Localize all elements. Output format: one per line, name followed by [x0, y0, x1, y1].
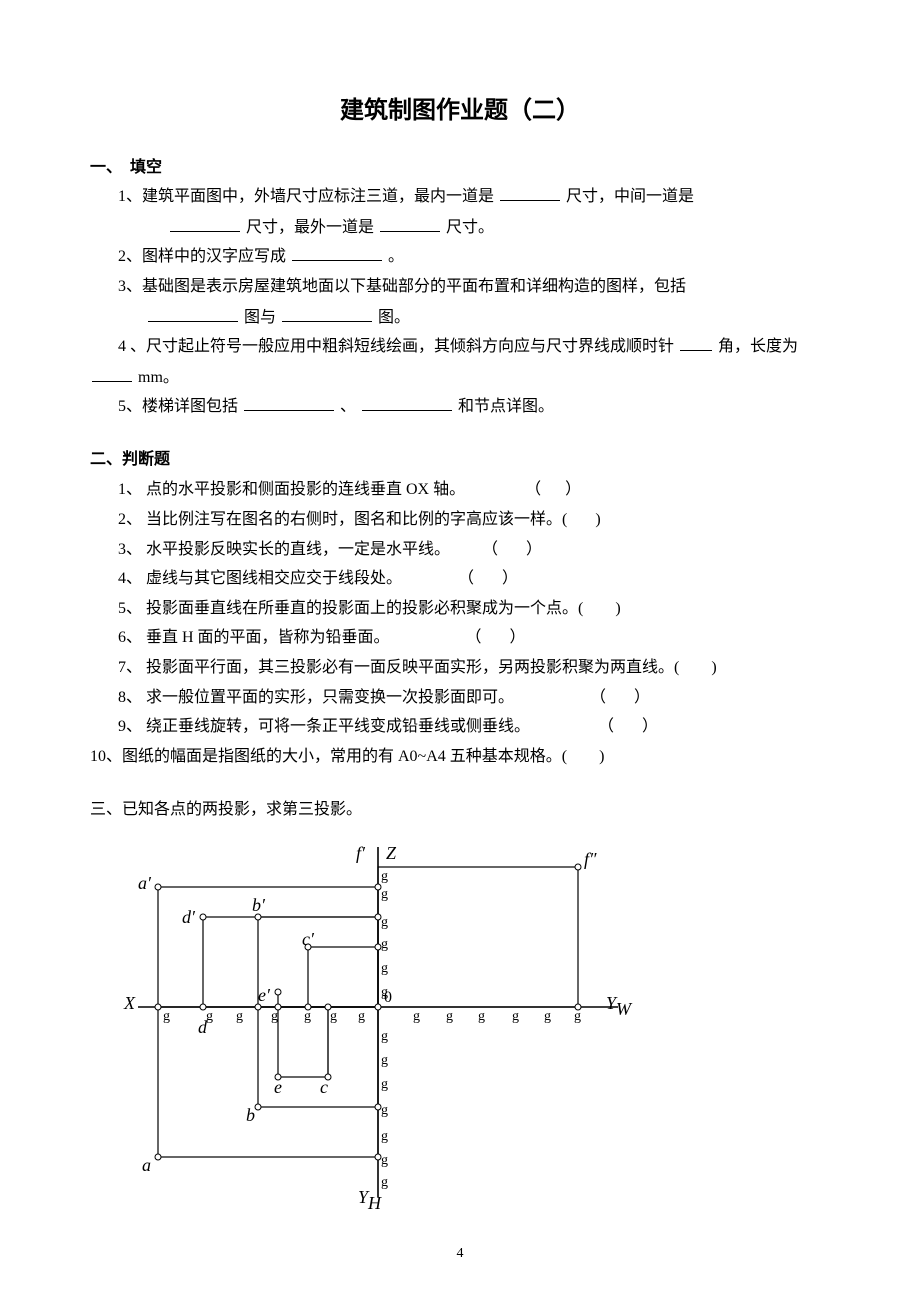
pt-b: b	[246, 1105, 255, 1126]
pt-a-prime: a′	[138, 873, 151, 894]
projection-diagram: Z X YW YH 0 f′ f″ a′ d′ b′ c′ e′ d e c b…	[118, 837, 678, 1217]
tick: g	[381, 1077, 388, 1093]
fill-q4-line2: mm。	[90, 364, 830, 393]
judge-item: 2、 当比例注写在图名的右侧时，图名和比例的字高应该一样。( )	[118, 505, 830, 535]
tick: g	[381, 1129, 388, 1145]
q5-b: 、	[340, 398, 356, 415]
blank[interactable]	[282, 306, 372, 322]
axis-yw-y: Y	[606, 993, 616, 1013]
tick: g	[512, 1009, 519, 1025]
judge-item: 3、 水平投影反映实长的直线，一定是水平线。 （ ）	[118, 535, 830, 565]
q4-a: 4 、尺寸起止符号一般应用中粗斜短线绘画，其倾斜方向应与尺寸界线成顺时针	[118, 338, 674, 355]
pt-f-prime: f′	[356, 843, 365, 864]
tick: g	[381, 1053, 388, 1069]
q2-a: 2、图样中的汉字应写成	[118, 248, 286, 265]
q1-c: 尺寸，最外一道是	[246, 219, 374, 236]
fill-q3-line2: 图与 图。	[146, 304, 830, 333]
blank[interactable]	[92, 366, 132, 382]
axis-z: Z	[386, 843, 396, 864]
section-3: 三、已知各点的两投影，求第三投影。	[90, 795, 830, 819]
section-2-header: 二、判断题	[90, 445, 830, 469]
pt-d-prime: d′	[182, 907, 195, 928]
tick: g	[446, 1009, 453, 1025]
pt-c-prime: c′	[302, 929, 314, 950]
blank[interactable]	[362, 395, 452, 411]
tick: g	[574, 1009, 581, 1025]
q5-c: 和节点详图。	[458, 398, 554, 415]
pt-e: e	[274, 1077, 282, 1098]
tick: g	[304, 1009, 311, 1025]
q3-b: 图与	[244, 309, 276, 326]
tick: g	[381, 985, 388, 1001]
tick: g	[381, 915, 388, 931]
tick: g	[381, 887, 388, 903]
pt-a: a	[142, 1155, 151, 1176]
blank[interactable]	[244, 395, 334, 411]
axis-x: X	[124, 993, 135, 1014]
tick: g	[381, 1153, 388, 1169]
axis-yw-sub: W	[616, 999, 631, 1019]
tick: g	[163, 1009, 170, 1025]
judge-item: 7、 投影面平行面，其三投影必有一面反映平面实形，另两投影积聚为两直线。( )	[118, 653, 830, 683]
tick: g	[381, 1029, 388, 1045]
section-1: 一、 填空 1、建筑平面图中，外墙尺寸应标注三道，最内一道是 尺寸，中间一道是 …	[90, 153, 830, 421]
tick: g	[358, 1009, 365, 1025]
fill-q2: 2、图样中的汉字应写成 。	[118, 243, 830, 272]
tick: g	[381, 1103, 388, 1119]
judge-item: 8、 求一般位置平面的实形，只需变换一次投影面即可。 （ ）	[118, 683, 830, 713]
page-number: 4	[0, 1246, 920, 1262]
blank[interactable]	[170, 216, 240, 232]
fill-q5: 5、楼梯详图包括 、 和节点详图。	[118, 393, 830, 422]
axis-yh: YH	[358, 1187, 381, 1208]
q3-a: 3、基础图是表示房屋建筑地面以下基础部分的平面布置和详细构造的图样，包括	[118, 278, 686, 295]
axis-yh-sub: H	[368, 1193, 381, 1213]
fill-q1-line2: 尺寸，最外一道是 尺寸。	[168, 214, 830, 243]
q4-c: mm。	[138, 369, 179, 386]
q1-a: 1、建筑平面图中，外墙尺寸应标注三道，最内一道是	[118, 188, 494, 205]
q2-b: 。	[388, 248, 404, 265]
blank[interactable]	[148, 306, 238, 322]
pt-f-dprime: f″	[584, 849, 597, 870]
judge-item: 1、 点的水平投影和侧面投影的连线垂直 OX 轴。 （ ）	[118, 475, 830, 505]
blank[interactable]	[380, 216, 440, 232]
axis-yh-y: Y	[358, 1187, 368, 1207]
q3-c: 图。	[378, 309, 410, 326]
pt-b-prime: b′	[252, 895, 265, 916]
q1-b: 尺寸，中间一道是	[566, 188, 694, 205]
pt-e-prime: e′	[258, 985, 270, 1006]
tick: g	[271, 1009, 278, 1025]
tick: g	[206, 1009, 213, 1025]
tick: g	[381, 869, 388, 885]
judge-item-10: 10、图纸的幅面是指图纸的大小，常用的有 A0~A4 五种基本规格。( )	[90, 742, 830, 772]
section-2: 二、判断题 1、 点的水平投影和侧面投影的连线垂直 OX 轴。 （ ） 2、 当…	[90, 445, 830, 771]
q4-b: 角，长度为	[718, 338, 798, 355]
judge-item: 4、 虚线与其它图线相交应交于线段处。 （ ）	[118, 564, 830, 594]
fill-q3: 3、基础图是表示房屋建筑地面以下基础部分的平面布置和详细构造的图样，包括	[118, 273, 830, 302]
pt-c: c	[320, 1077, 328, 1098]
judge-item: 5、 投影面垂直线在所垂直的投影面上的投影必积聚成为一个点。( )	[118, 594, 830, 624]
tick: g	[544, 1009, 551, 1025]
tick: g	[381, 961, 388, 977]
section-3-header: 三、已知各点的两投影，求第三投影。	[90, 795, 830, 819]
blank[interactable]	[292, 245, 382, 261]
section-1-header: 一、 填空	[90, 153, 162, 177]
tick: g	[381, 937, 388, 953]
tick: g	[413, 1009, 420, 1025]
tick: g	[381, 1175, 388, 1191]
q5-a: 5、楼梯详图包括	[118, 398, 238, 415]
page-title: 建筑制图作业题（二）	[90, 90, 830, 125]
blank[interactable]	[500, 185, 560, 201]
fill-q1: 1、建筑平面图中，外墙尺寸应标注三道，最内一道是 尺寸，中间一道是	[118, 183, 830, 212]
judge-item: 9、 绕正垂线旋转，可将一条正平线变成铅垂线或侧垂线。 （ ）	[118, 712, 830, 742]
q1-d: 尺寸。	[446, 219, 494, 236]
tick: g	[330, 1009, 337, 1025]
tick: g	[478, 1009, 485, 1025]
blank[interactable]	[680, 335, 712, 351]
fill-q4: 4 、尺寸起止符号一般应用中粗斜短线绘画，其倾斜方向应与尺寸界线成顺时针 角，长…	[118, 333, 830, 362]
judge-item: 6、 垂直 H 面的平面，皆称为铅垂面。 （ ）	[118, 623, 830, 653]
axis-yw: YW	[606, 993, 631, 1014]
tick: g	[236, 1009, 243, 1025]
